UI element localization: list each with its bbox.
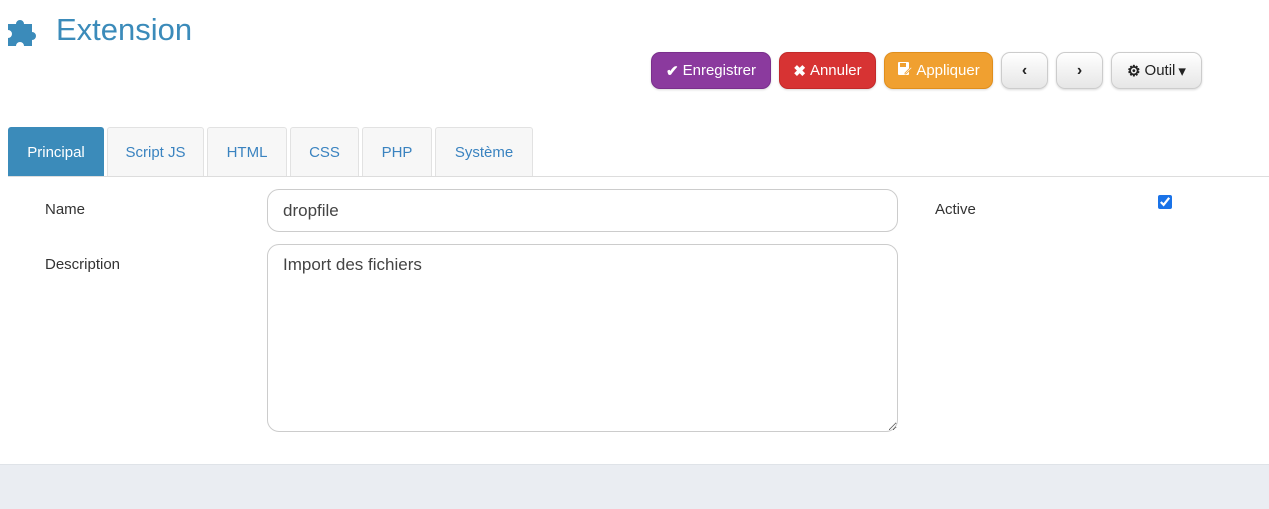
tool-button-label: Outil <box>1144 62 1176 79</box>
tab-systeme[interactable]: Système <box>435 127 533 176</box>
check-icon: ✔ <box>666 62 679 80</box>
chevron-right-icon: › <box>1076 61 1083 79</box>
page-header: Extension ✔ Enregistrer ✖ Annuler Appliq… <box>0 0 1269 120</box>
name-label: Name <box>45 201 86 218</box>
puzzle-icon <box>6 12 42 48</box>
tab-bar: Principal Script JS HTML CSS PHP Système <box>8 127 1269 177</box>
description-label: Description <box>45 256 121 273</box>
footer-band <box>0 464 1269 509</box>
active-checkbox[interactable] <box>1158 195 1172 209</box>
caret-down-icon: ▾ <box>1178 62 1186 80</box>
description-field[interactable]: Import des fichiers <box>267 244 898 432</box>
name-field[interactable] <box>267 189 898 232</box>
extension-form: Name Active Description Import des fichi… <box>0 177 1269 464</box>
title-area: Extension <box>6 12 192 48</box>
tab-html[interactable]: HTML <box>207 127 287 176</box>
toolbar: ✔ Enregistrer ✖ Annuler Appliquer ‹ › ⚙ <box>651 52 1202 89</box>
tab-php[interactable]: PHP <box>362 127 432 176</box>
next-button[interactable]: › <box>1056 52 1103 89</box>
tab-css[interactable]: CSS <box>290 127 359 176</box>
close-icon: ✖ <box>793 62 806 80</box>
cancel-button-label: Annuler <box>809 62 862 79</box>
apply-button[interactable]: Appliquer <box>884 52 993 89</box>
page-title: Extension <box>56 12 193 47</box>
active-label: Active <box>935 201 976 218</box>
tool-dropdown-button[interactable]: ⚙ Outil ▾ <box>1111 52 1202 89</box>
previous-button[interactable]: ‹ <box>1001 52 1048 89</box>
gear-icon: ⚙ <box>1127 62 1141 80</box>
tab-script-js[interactable]: Script JS <box>107 127 204 176</box>
cancel-button[interactable]: ✖ Annuler <box>779 52 876 89</box>
save-edit-icon <box>897 61 913 80</box>
tab-principal[interactable]: Principal <box>8 127 104 176</box>
chevron-left-icon: ‹ <box>1021 61 1028 79</box>
save-button-label: Enregistrer <box>682 62 756 79</box>
save-button[interactable]: ✔ Enregistrer <box>651 52 771 89</box>
apply-button-label: Appliquer <box>916 62 980 79</box>
